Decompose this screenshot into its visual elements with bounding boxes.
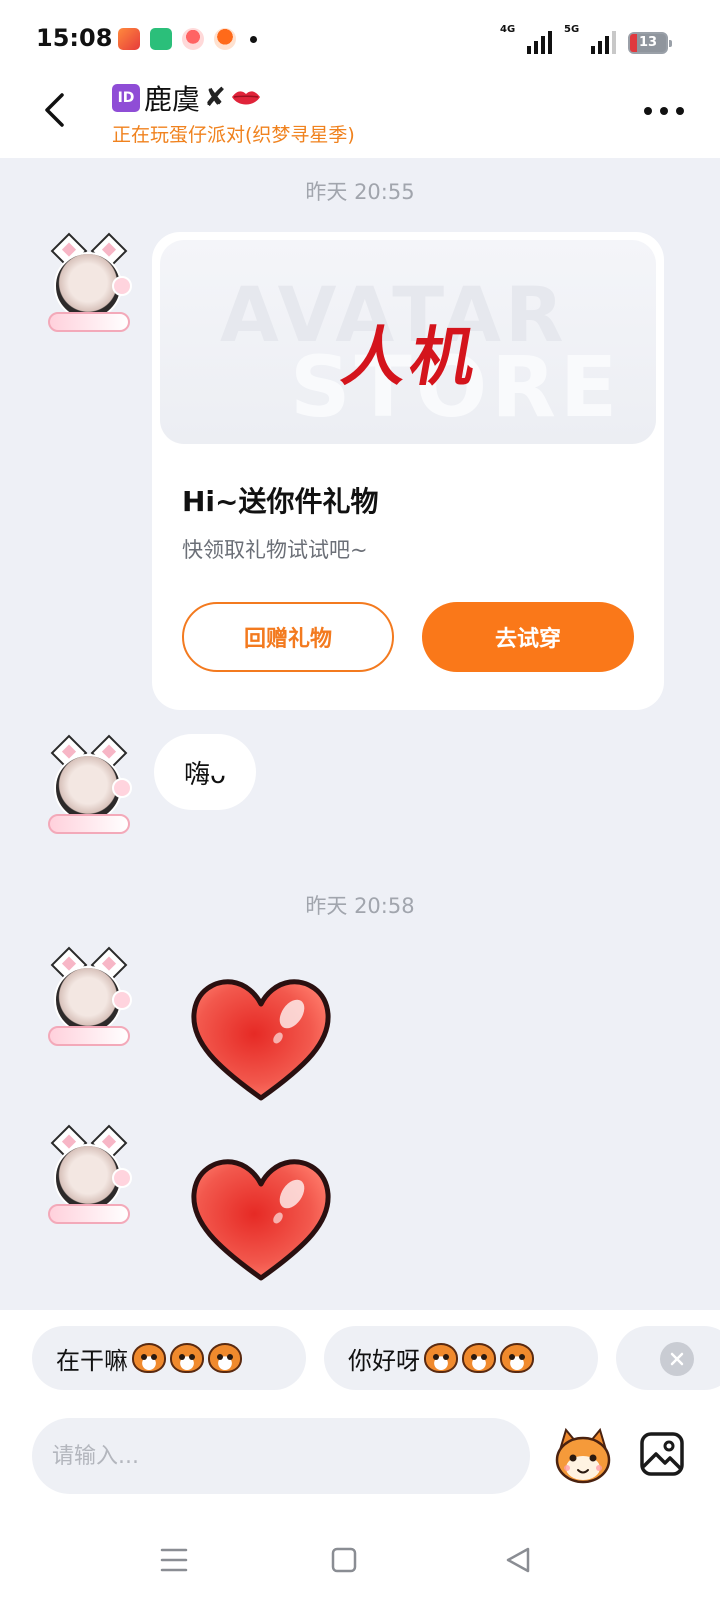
- square-home-icon: [331, 1547, 357, 1573]
- playing-status: 正在玩蛋仔派对(织梦寻星季): [112, 124, 355, 146]
- chat-messages[interactable]: 昨天 20:55 AVATAR STORE 人机 Hi~送你件礼物 快领取礼物试…: [0, 158, 720, 1310]
- cross-mark-icon: ✘: [204, 83, 226, 113]
- heart-sticker[interactable]: [186, 1156, 336, 1286]
- menu-icon: [160, 1548, 188, 1572]
- heart-sticker[interactable]: [186, 976, 336, 1106]
- home-button[interactable]: [324, 1540, 364, 1580]
- lips-icon: [231, 91, 260, 105]
- gift-card-title: Hi~送你件礼物: [182, 485, 379, 518]
- signal-4g-icon: 4G: [500, 24, 552, 54]
- message-timestamp: 昨天 20:58: [305, 894, 415, 918]
- signal-5g-icon: 5G: [564, 24, 616, 54]
- quick-reply-text: 在干嘛: [56, 1346, 128, 1375]
- return-gift-button[interactable]: 回赠礼物: [182, 602, 394, 672]
- triangle-back-icon: [506, 1547, 530, 1573]
- bottom-panel: 在干嘛 你好呀: [0, 1310, 720, 1604]
- contact-avatar[interactable]: [40, 1124, 134, 1224]
- fox-emoji-icon: [208, 1343, 242, 1373]
- more-dots-icon: [644, 107, 652, 115]
- close-icon: [670, 1352, 684, 1366]
- status-time: 15:08: [36, 24, 113, 52]
- contact-avatar[interactable]: [40, 734, 134, 834]
- id-badge-icon: ID: [112, 84, 140, 112]
- battery-icon: 13: [628, 32, 672, 54]
- quick-reply-chip[interactable]: 在干嘛: [32, 1326, 306, 1390]
- back-nav-button[interactable]: [498, 1540, 538, 1580]
- battery-app-icon: [150, 28, 172, 50]
- gift-card[interactable]: AVATAR STORE 人机 Hi~送你件礼物 快领取礼物试试吧~ 回赠礼物 …: [152, 232, 664, 710]
- fox-emoji-icon: [500, 1343, 534, 1373]
- chat-header: ID 鹿虞 ✘ 正在玩蛋仔派对(织梦寻星季): [0, 80, 720, 158]
- message-timestamp: 昨天 20:55: [305, 180, 415, 204]
- banner-calligraphy: 人机: [336, 320, 486, 395]
- gift-banner-image: AVATAR STORE 人机: [160, 240, 656, 444]
- status-bar: 15:08 4G 5G 13: [0, 0, 720, 80]
- close-quick-replies-button[interactable]: [660, 1342, 694, 1376]
- emoji-sticker-button[interactable]: [552, 1424, 614, 1486]
- image-picker-button[interactable]: [638, 1430, 686, 1478]
- map-app-icon: [182, 28, 204, 50]
- quick-reply-chip[interactable]: 你好呀: [324, 1326, 598, 1390]
- message-input-row: [0, 1418, 720, 1494]
- game-app-icon: [118, 28, 140, 50]
- message-input[interactable]: [32, 1418, 530, 1494]
- contact-avatar[interactable]: [40, 946, 134, 1046]
- try-on-button[interactable]: 去试穿: [422, 602, 634, 672]
- gift-card-subtitle: 快领取礼物试试吧~: [182, 538, 368, 562]
- contact-title-area[interactable]: ID 鹿虞 ✘ 正在玩蛋仔派对(织梦寻星季): [112, 80, 355, 147]
- quick-replies[interactable]: 在干嘛 你好呀: [0, 1326, 720, 1392]
- quick-reply-text: 你好呀: [348, 1346, 420, 1375]
- fox-emoji-icon: [132, 1343, 166, 1373]
- notification-icons: [118, 28, 257, 50]
- contact-name: ID 鹿虞 ✘: [112, 80, 355, 116]
- fox-emoji-icon: [462, 1343, 496, 1373]
- back-button[interactable]: [34, 90, 74, 130]
- system-navigation-bar: [0, 1534, 720, 1604]
- battery-level: 13: [638, 35, 658, 50]
- fox-emoji-icon: [424, 1343, 458, 1373]
- status-indicators: 4G 5G 13: [500, 24, 672, 54]
- shopping-app-icon: [214, 28, 236, 50]
- fox-emoji-icon: [170, 1343, 204, 1373]
- recent-apps-button[interactable]: [154, 1540, 194, 1580]
- more-notifications-icon: [250, 35, 257, 43]
- more-options-button[interactable]: [644, 102, 684, 120]
- contact-name-text: 鹿虞: [144, 83, 201, 116]
- chevron-left-icon: [45, 93, 64, 127]
- contact-avatar[interactable]: [40, 232, 134, 332]
- message-bubble[interactable]: 嗨ᴗ: [154, 734, 256, 810]
